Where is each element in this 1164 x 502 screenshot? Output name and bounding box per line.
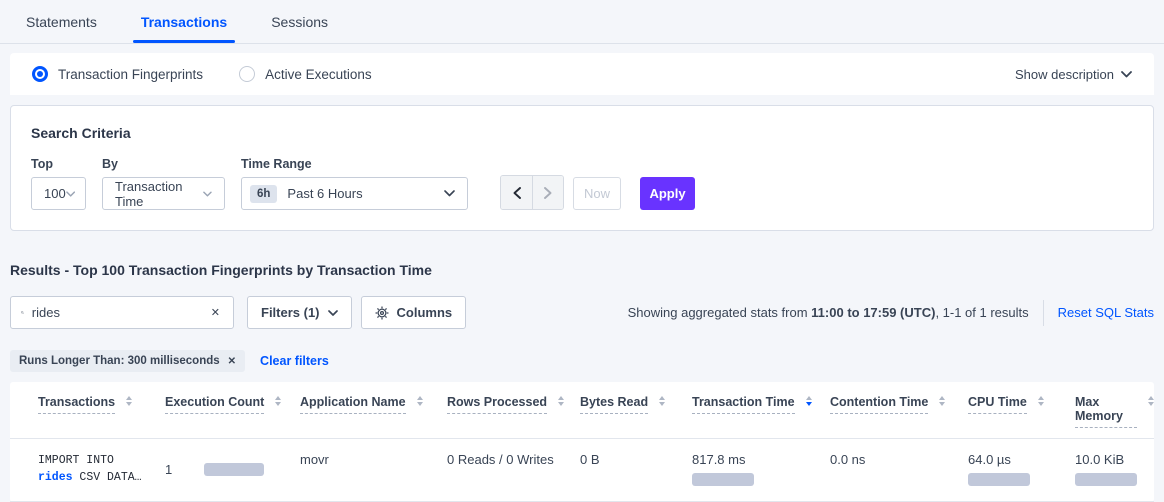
aggregated-stats-text: Showing aggregated stats from 11:00 to 1… [628, 305, 1029, 320]
tab-sessions[interactable]: Sessions [269, 14, 330, 43]
clear-filters-link[interactable]: Clear filters [260, 354, 329, 368]
reset-sql-stats-link[interactable]: Reset SQL Stats [1058, 305, 1154, 320]
view-toggle-row: Transaction Fingerprints Active Executio… [10, 53, 1154, 95]
by-select[interactable]: Transaction Time [102, 177, 225, 210]
transaction-fingerprint-link[interactable]: IMPORT INTO rides CSV DATA… [38, 452, 165, 486]
active-filters-row: Runs Longer Than: 300 milliseconds ✕ Cle… [10, 350, 1154, 372]
sort-toggle[interactable] [558, 396, 564, 406]
chevron-down-icon [66, 191, 75, 197]
time-range-label: Time Range [241, 157, 468, 171]
clear-search-icon[interactable]: ✕ [208, 304, 223, 321]
sort-toggle-active-desc[interactable] [806, 396, 812, 406]
col-header-execution-count: Execution Count [165, 395, 300, 438]
radio-unselected-icon [239, 66, 255, 82]
sort-toggle[interactable] [275, 396, 281, 406]
sort-toggle[interactable] [1038, 396, 1044, 406]
cell-application-name: movr [300, 452, 447, 486]
page-tabs: Statements Transactions Sessions [0, 0, 1164, 44]
time-range-badge: 6h [250, 185, 277, 203]
search-match-highlight: rides [38, 471, 73, 484]
tab-statements[interactable]: Statements [24, 14, 99, 43]
sort-toggle[interactable] [659, 396, 665, 406]
radio-transaction-fingerprints[interactable]: Transaction Fingerprints [32, 66, 203, 82]
filter-pill-label: Runs Longer Than: 300 milliseconds [19, 355, 220, 367]
radio-active-executions[interactable]: Active Executions [239, 66, 372, 82]
execution-count-bar [204, 463, 264, 476]
search-input[interactable] [32, 305, 208, 320]
sort-toggle[interactable] [417, 396, 423, 406]
sort-toggle[interactable] [939, 396, 945, 406]
table-row: IMPORT INTO rides CSV DATA… 1 movr 0 Rea… [10, 439, 1154, 501]
show-description-toggle[interactable]: Show description [1015, 67, 1132, 82]
col-header-transaction-time: Transaction Time [692, 395, 830, 438]
time-step-group [500, 175, 564, 210]
sort-toggle[interactable] [1148, 396, 1154, 406]
vertical-divider [1043, 300, 1044, 326]
time-range-select[interactable]: 6h Past 6 Hours [241, 177, 468, 210]
radio-label: Active Executions [265, 67, 372, 82]
top-field: Top 100 [31, 157, 86, 210]
results-title: Results - Top 100 Transaction Fingerprin… [10, 262, 1154, 278]
cell-bytes-read: 0 B [580, 452, 692, 486]
filters-button[interactable]: Filters (1) [247, 296, 352, 329]
gear-icon [375, 306, 389, 320]
by-field: By Transaction Time [102, 157, 225, 210]
cell-rows-processed: 0 Reads / 0 Writes [447, 452, 580, 486]
col-header-max-memory: Max Memory [1075, 395, 1154, 438]
top-select[interactable]: 100 [31, 177, 86, 210]
time-range-value: Past 6 Hours [287, 186, 362, 201]
results-table: Transactions Execution Count Application… [10, 382, 1154, 502]
filter-pill: Runs Longer Than: 300 milliseconds ✕ [10, 350, 245, 372]
now-button[interactable]: Now [573, 177, 621, 210]
cell-max-memory: 10.0 KiB [1075, 452, 1154, 486]
results-controls: ✕ Filters (1) Columns Showing aggregated… [10, 296, 1154, 329]
show-description-label: Show description [1015, 67, 1114, 82]
radio-label: Transaction Fingerprints [58, 67, 203, 82]
search-criteria-title: Search Criteria [31, 125, 1133, 141]
table-header-row: Transactions Execution Count Application… [10, 395, 1154, 438]
search-criteria-card: Search Criteria Top 100 By Transaction T… [10, 105, 1154, 231]
col-header-rows-processed: Rows Processed [447, 395, 580, 438]
chevron-down-icon [1121, 71, 1132, 78]
chevron-down-icon [328, 310, 338, 316]
remove-filter-icon[interactable]: ✕ [228, 356, 236, 367]
col-header-bytes-read: Bytes Read [580, 395, 692, 438]
sort-toggle[interactable] [126, 396, 132, 406]
col-header-application-name: Application Name [300, 395, 447, 438]
max-memory-bar [1075, 473, 1137, 486]
top-value: 100 [44, 186, 66, 201]
cell-contention-time: 0.0 ns [830, 452, 968, 486]
col-header-cpu-time: CPU Time [968, 395, 1075, 438]
search-criteria-form: Top 100 By Transaction Time Time Range 6… [31, 157, 1133, 210]
cell-execution-count: 1 [165, 452, 300, 486]
cell-cpu-time: 64.0 µs [968, 452, 1075, 486]
apply-button[interactable]: Apply [640, 177, 695, 210]
columns-label: Columns [397, 305, 453, 320]
col-header-transactions: Transactions [38, 395, 165, 438]
cpu-time-bar [968, 473, 1030, 486]
chevron-right-icon [544, 187, 552, 199]
time-range-field: Time Range 6h Past 6 Hours [241, 157, 468, 210]
prev-time-button[interactable] [501, 176, 532, 209]
chevron-down-icon [203, 191, 212, 197]
radio-selected-icon [32, 66, 48, 82]
transaction-time-bar [692, 473, 754, 486]
cell-transaction-time: 817.8 ms [692, 452, 830, 486]
columns-button[interactable]: Columns [361, 296, 467, 329]
filters-label: Filters (1) [261, 305, 320, 320]
next-time-button[interactable] [532, 176, 563, 209]
chevron-down-icon [444, 190, 455, 197]
col-header-contention-time: Contention Time [830, 395, 968, 438]
tab-transactions[interactable]: Transactions [139, 14, 229, 43]
search-icon [21, 306, 24, 319]
chevron-left-icon [513, 187, 521, 199]
by-label: By [102, 157, 225, 171]
stats-time-window: 11:00 to 17:59 (UTC) [811, 305, 935, 320]
by-value: Transaction Time [115, 179, 203, 209]
top-label: Top [31, 157, 86, 171]
search-box: ✕ [10, 296, 234, 329]
